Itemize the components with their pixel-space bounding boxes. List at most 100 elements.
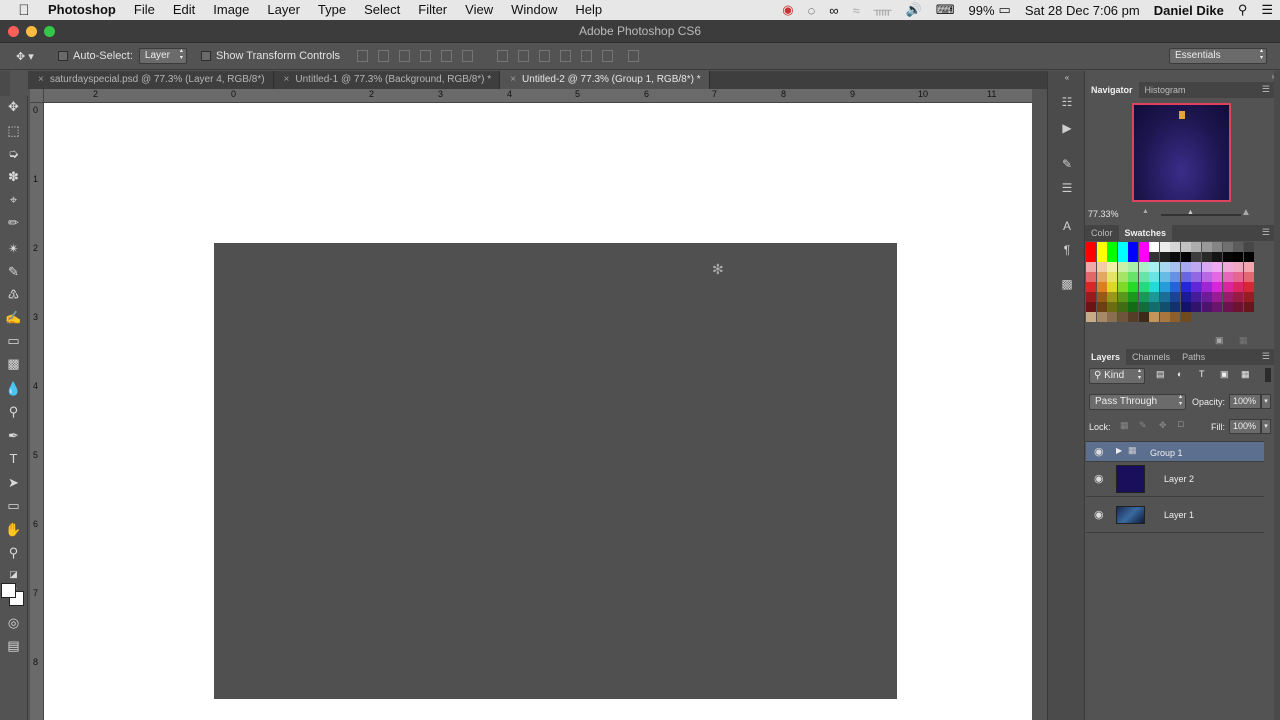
layer-name[interactable]: Layer 1 [1164, 510, 1194, 520]
actions-panel-icon[interactable]: ▶ [1059, 121, 1075, 135]
layer-name[interactable]: Group 1 [1150, 448, 1183, 458]
color-swatch[interactable] [1117, 302, 1128, 312]
color-swatch[interactable] [1138, 252, 1149, 262]
color-swatch[interactable] [1138, 292, 1149, 302]
color-swatch[interactable] [1107, 272, 1117, 282]
move-tool-icon[interactable]: ✥ [5, 98, 22, 115]
color-swatch[interactable] [1149, 252, 1159, 262]
color-swatch[interactable] [1128, 292, 1138, 302]
menu-file[interactable]: File [125, 0, 164, 20]
color-swatch[interactable] [1149, 302, 1159, 312]
path-selection-tool-icon[interactable]: ➤ [5, 474, 22, 491]
battery-percent[interactable]: 99% [968, 3, 994, 18]
lock-position-icon[interactable]: ✥ [1159, 420, 1167, 431]
menu-type[interactable]: Type [309, 0, 355, 20]
wifi-icon[interactable]: ≈ [853, 3, 860, 18]
layer-row-group-1[interactable]: ◉ ▶ ▦ Group 1 [1086, 442, 1264, 462]
color-swatch[interactable] [1212, 242, 1222, 252]
tab-untitled-1[interactable]: × Untitled-1 @ 77.3% (Background, RGB/8*)… [274, 71, 501, 89]
menu-image[interactable]: Image [204, 0, 258, 20]
close-tab-icon[interactable]: × [284, 74, 290, 85]
fill-input[interactable]: 100% [1229, 419, 1261, 434]
delete-swatch-icon[interactable]: ▦ [1239, 335, 1248, 346]
panel-menu-icon[interactable]: ☰ [1262, 84, 1270, 95]
color-swatch[interactable] [1138, 262, 1149, 272]
color-swatch[interactable] [1086, 242, 1096, 252]
blur-tool-icon[interactable]: 💧 [5, 380, 22, 397]
tab-saturdayspecial[interactable]: × saturdayspecial.psd @ 77.3% (Layer 4, R… [28, 71, 274, 89]
color-swatch[interactable] [1201, 302, 1212, 312]
gradient-tool-icon[interactable]: ▩ [5, 355, 22, 372]
color-swatch[interactable] [1159, 272, 1170, 282]
lock-transparent-icon[interactable]: ▦ [1120, 420, 1129, 431]
visibility-eye-icon[interactable]: ◉ [1094, 472, 1104, 485]
color-swatch[interactable] [1117, 292, 1128, 302]
color-swatch[interactable] [1117, 252, 1128, 262]
color-swatch[interactable] [1212, 312, 1222, 322]
color-swatch[interactable] [1128, 312, 1138, 322]
color-swatch[interactable] [1138, 272, 1149, 282]
color-swatch[interactable] [1191, 312, 1201, 322]
color-swatch[interactable] [1222, 242, 1233, 252]
align-left-icon[interactable] [420, 50, 432, 62]
zoom-slider-handle[interactable]: ▲ [1187, 209, 1194, 216]
group-1-rectangle[interactable]: ✻ [214, 243, 897, 699]
distribute-left-icon[interactable] [560, 50, 572, 62]
color-swatch[interactable] [1138, 312, 1149, 322]
show-transform-checkbox[interactable] [200, 51, 211, 61]
color-swatch[interactable] [1096, 262, 1107, 272]
healing-brush-tool-icon[interactable]: ✴ [5, 240, 22, 257]
keyboard-icon[interactable]: ⌨ [936, 2, 955, 18]
color-swatch[interactable] [1107, 242, 1117, 252]
zoom-slider[interactable] [1161, 214, 1241, 216]
zoom-in-icon[interactable]: ▲ [1241, 207, 1251, 218]
visibility-eye-icon[interactable]: ◉ [1094, 445, 1104, 458]
collapse-panels-icon[interactable]: « [1059, 73, 1075, 87]
brush-presets-icon[interactable]: ☰ [1059, 181, 1075, 195]
color-swatch[interactable] [1201, 272, 1212, 282]
color-swatch[interactable] [1222, 282, 1233, 292]
clone-stamp-tool-icon[interactable]: ♳ [5, 286, 22, 303]
color-swatch[interactable] [1212, 272, 1222, 282]
layer-filter-kind-dropdown[interactable]: ⚲ Kind [1089, 368, 1145, 384]
close-tab-icon[interactable]: × [510, 74, 516, 85]
distribute-hcenter-icon[interactable] [581, 50, 593, 62]
panel-menu-icon[interactable]: ☰ [1262, 351, 1270, 362]
clock[interactable]: Sat 28 Dec 7:06 pm [1025, 3, 1140, 18]
color-swatch[interactable] [1180, 252, 1191, 262]
color-swatch[interactable] [1243, 262, 1254, 272]
layer-row-layer-1[interactable]: ◉ Layer 1 [1086, 498, 1264, 533]
color-swatch[interactable] [1149, 292, 1159, 302]
tab-layers[interactable]: Layers [1085, 349, 1127, 365]
opacity-input[interactable]: 100% [1229, 394, 1261, 409]
close-tab-icon[interactable]: × [38, 74, 44, 85]
move-tool-preset-icon[interactable]: ✥ ▾ [16, 50, 46, 63]
color-swatch[interactable] [1201, 292, 1212, 302]
navigator-zoom-value[interactable]: 77.33% [1088, 209, 1119, 219]
color-swatch[interactable] [1180, 262, 1191, 272]
notification-center-icon[interactable]: ☰ [1261, 2, 1273, 18]
menu-help[interactable]: Help [566, 0, 611, 20]
color-swatch[interactable] [1243, 242, 1254, 252]
color-swatch[interactable] [1096, 242, 1107, 252]
group-expand-icon[interactable]: ▶ [1116, 446, 1122, 455]
color-swatch[interactable] [1096, 252, 1107, 262]
color-swatch[interactable] [1244, 312, 1254, 322]
color-swatch[interactable] [1107, 292, 1117, 302]
color-swatch[interactable] [1212, 302, 1222, 312]
align-bottom-icon[interactable] [399, 50, 411, 62]
tab-swatches[interactable]: Swatches [1118, 225, 1173, 241]
align-top-icon[interactable] [357, 50, 369, 62]
color-swatch[interactable] [1149, 262, 1159, 272]
color-swatch[interactable] [1159, 302, 1170, 312]
tab-color[interactable]: Color [1085, 225, 1119, 241]
color-swatch[interactable] [1201, 252, 1212, 262]
apple-menu-icon[interactable]:  [0, 2, 48, 19]
volume-icon[interactable]: 🔊 [906, 2, 922, 18]
color-swatch[interactable] [1159, 242, 1170, 252]
menu-view[interactable]: View [456, 0, 502, 20]
new-swatch-icon[interactable]: ▣ [1215, 335, 1224, 346]
color-swatch[interactable] [1138, 282, 1149, 292]
color-swatch[interactable] [1086, 262, 1096, 272]
color-swatch[interactable] [1180, 292, 1191, 302]
